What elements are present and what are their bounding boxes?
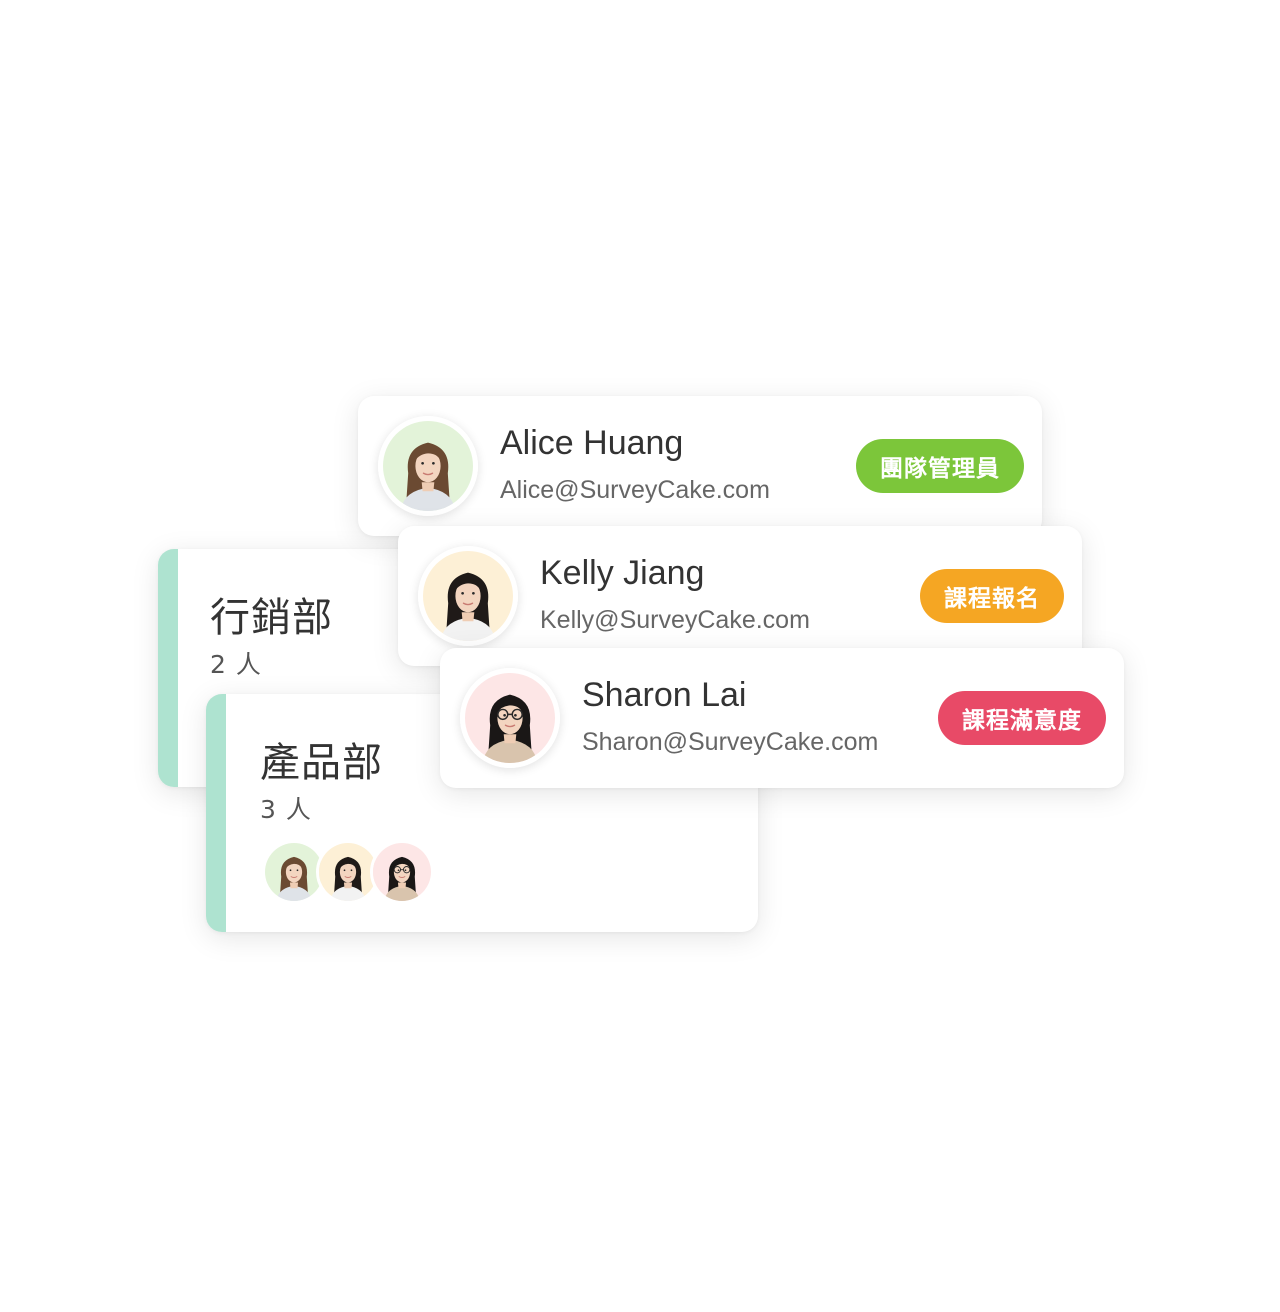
department-accent-bar: [158, 549, 178, 787]
department-member-count: 3 人: [260, 795, 312, 824]
department-avatar-stack: [262, 840, 442, 904]
role-badge: 課程滿意度: [938, 691, 1106, 745]
member-name: Kelly Jiang: [540, 554, 705, 592]
member-email: Kelly@SurveyCake.com: [540, 606, 810, 634]
member-name: Alice Huang: [500, 424, 684, 462]
avatar: [418, 546, 518, 646]
department-name: 產品部: [260, 740, 383, 786]
member-email: Sharon@SurveyCake.com: [582, 728, 879, 756]
role-badge: 課程報名: [920, 569, 1064, 623]
member-name: Sharon Lai: [582, 676, 747, 714]
role-badge: 團隊管理員: [856, 439, 1024, 493]
member-email: Alice@SurveyCake.com: [500, 476, 770, 504]
member-card[interactable]: Kelly Jiang Kelly@SurveyCake.com 課程報名: [398, 526, 1082, 666]
department-name: 行銷部: [210, 595, 333, 641]
avatar: [460, 668, 560, 768]
department-accent-bar: [206, 694, 226, 932]
member-card[interactable]: Alice Huang Alice@SurveyCake.com 團隊管理員: [358, 396, 1042, 536]
department-member-count: 2 人: [210, 650, 262, 679]
avatar: [370, 840, 434, 904]
team-members-illustration: 行銷部 2 人 產品部 3 人 Alice Huang Alice@Survey…: [0, 0, 1280, 1312]
avatar: [378, 416, 478, 516]
member-card[interactable]: Sharon Lai Sharon@SurveyCake.com 課程滿意度: [440, 648, 1124, 788]
